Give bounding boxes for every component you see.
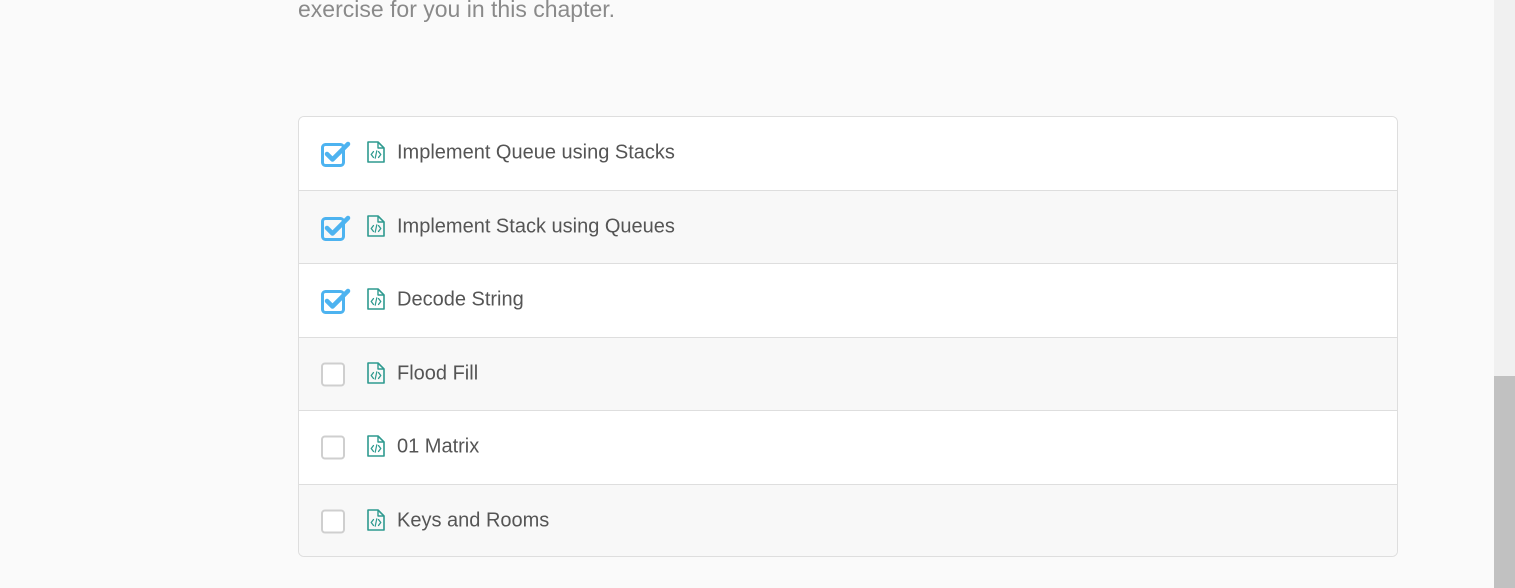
chapter-intro-text: exercise for you in this chapter. xyxy=(298,0,616,22)
list-item[interactable]: Keys and Rooms xyxy=(299,484,1397,556)
exercise-list: Implement Queue using Stacks Implement S… xyxy=(298,116,1398,557)
unchecked-checkbox-icon[interactable] xyxy=(321,362,351,388)
list-item[interactable]: 01 Matrix xyxy=(299,411,1397,485)
exercise-title[interactable]: Keys and Rooms xyxy=(397,510,549,533)
exercise-title[interactable]: Flood Fill xyxy=(397,362,478,385)
unchecked-checkbox-icon[interactable] xyxy=(321,509,351,535)
code-file-icon xyxy=(366,288,386,311)
exercise-title[interactable]: Implement Stack using Queues xyxy=(397,215,675,238)
scrollbar-thumb[interactable] xyxy=(1494,376,1515,588)
list-item[interactable]: Implement Stack using Queues xyxy=(299,190,1397,264)
checked-checkbox-icon[interactable] xyxy=(321,288,351,315)
code-file-icon xyxy=(366,214,386,237)
code-file-icon xyxy=(366,361,386,384)
page: exercise for you in this chapter. Implem… xyxy=(0,0,1515,588)
checked-checkbox-icon[interactable] xyxy=(321,141,351,168)
exercise-title[interactable]: Implement Queue using Stacks xyxy=(397,142,675,165)
list-item[interactable]: Decode String xyxy=(299,264,1397,338)
code-file-icon xyxy=(366,509,386,532)
list-item[interactable]: Implement Queue using Stacks xyxy=(299,117,1397,191)
checked-checkbox-icon[interactable] xyxy=(321,215,351,241)
list-item[interactable]: Flood Fill xyxy=(299,337,1397,411)
code-file-icon xyxy=(366,141,386,164)
exercise-title[interactable]: 01 Matrix xyxy=(397,436,479,459)
exercise-title[interactable]: Decode String xyxy=(397,289,524,312)
code-file-icon xyxy=(366,435,386,458)
unchecked-checkbox-icon[interactable] xyxy=(321,435,351,461)
